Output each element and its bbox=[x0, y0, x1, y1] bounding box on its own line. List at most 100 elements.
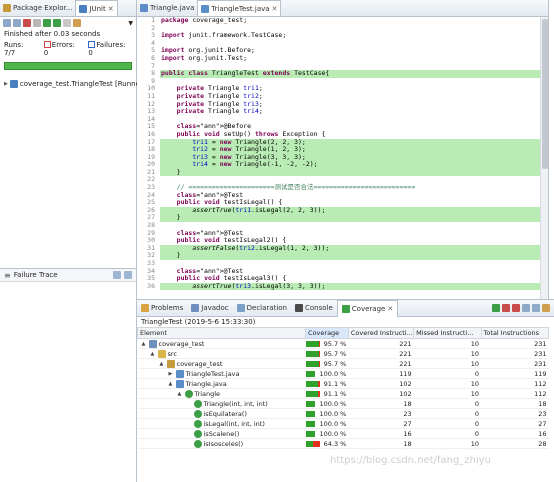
cell-missed: 0 bbox=[413, 428, 482, 439]
cell-element: isEquilatera() bbox=[137, 408, 306, 419]
problems-icon bbox=[141, 304, 149, 312]
tab-package-explorer[interactable]: Package Explor... bbox=[0, 0, 75, 16]
code-text: } bbox=[160, 168, 541, 177]
tab-javadoc[interactable]: Javadoc bbox=[187, 300, 232, 317]
history-icon[interactable] bbox=[73, 19, 81, 27]
rerun-icon[interactable] bbox=[43, 19, 51, 27]
tab-triangletest-java[interactable]: TriangleTest.java ✕ bbox=[197, 0, 282, 16]
filter-stack-icon[interactable] bbox=[113, 271, 121, 279]
code-line[interactable]: 13 private Triangle tri4; bbox=[137, 107, 541, 116]
test-tree-item[interactable]: ▶ coverage_test.TriangleTest [Runner: JU bbox=[0, 79, 154, 89]
coverage-row[interactable]: ▲ Triangle.java 91.1 % 102 10 112 bbox=[137, 378, 549, 389]
col-missed[interactable]: Missed Instructi... bbox=[413, 327, 482, 339]
tree-twisty-icon[interactable]: ▲ bbox=[151, 351, 156, 357]
tab-console[interactable]: Console bbox=[291, 300, 337, 317]
tab-triangle-java[interactable]: Triangle.java bbox=[137, 0, 197, 16]
code-text: import org.junit.Test; bbox=[161, 53, 248, 62]
method-icon bbox=[193, 429, 202, 438]
element-name: Triangle.java bbox=[185, 379, 227, 388]
stop-icon[interactable] bbox=[63, 19, 71, 27]
coverage-row[interactable]: isIsosceles() 64.3 % 18 10 28 bbox=[137, 438, 549, 449]
col-covered[interactable]: Covered Instructi... bbox=[347, 327, 415, 339]
cell-element: ▲ coverage_test bbox=[137, 358, 306, 369]
coverage-row[interactable]: isLegal(int, int, int) 100.0 % 27 0 27 bbox=[137, 418, 549, 429]
coverage-row[interactable]: isScalene() 100.0 % 16 0 16 bbox=[137, 428, 549, 439]
code-line[interactable]: 32 } bbox=[137, 252, 541, 260]
coverage-row[interactable]: Triangle(int, int, int) 100.0 % 18 0 18 bbox=[137, 398, 549, 409]
tree-twisty-icon[interactable]: ▲ bbox=[178, 391, 183, 397]
package-icon bbox=[166, 359, 175, 368]
cell-coverage: 100.0 % bbox=[305, 428, 349, 439]
code-line[interactable]: 27 } bbox=[137, 214, 541, 223]
coverage-bar bbox=[305, 440, 320, 447]
tab-problems[interactable]: Problems bbox=[137, 300, 187, 317]
code-line[interactable]: 1 package coverage_test; bbox=[137, 17, 541, 25]
code-line[interactable]: 20 tri4 = new Triangle(-1, -2, -2); bbox=[137, 160, 541, 169]
cell-total: 231 bbox=[481, 358, 549, 369]
coverage-toolbar bbox=[492, 304, 554, 312]
collapse-all-icon[interactable] bbox=[532, 304, 540, 312]
scrollbar-thumb[interactable] bbox=[542, 19, 548, 169]
coverage-row[interactable]: ▲ Triangle 91.1 % 102 10 112 bbox=[137, 388, 549, 399]
scroll-lock-icon[interactable] bbox=[33, 19, 41, 27]
cell-total: 119 bbox=[481, 368, 549, 379]
tree-twisty-icon[interactable]: ▲ bbox=[142, 341, 147, 347]
code-line[interactable]: 3 import junit.framework.TestCase; bbox=[137, 31, 541, 40]
rerun-failed-icon[interactable] bbox=[53, 19, 61, 27]
close-icon[interactable]: ✕ bbox=[108, 5, 114, 13]
cell-covered: 221 bbox=[348, 358, 414, 369]
left-tabbar: Package Explor... JUnit ✕ bbox=[0, 0, 136, 17]
link-icon[interactable] bbox=[542, 304, 550, 312]
expand-icon[interactable]: ▶ bbox=[4, 81, 8, 87]
close-icon[interactable]: ✕ bbox=[387, 305, 393, 313]
remove-all-icon[interactable] bbox=[512, 304, 520, 312]
coverage-row[interactable]: isEquilatera() 100.0 % 23 0 23 bbox=[137, 408, 549, 419]
element-name: coverage_test bbox=[158, 339, 205, 348]
runs-value: 7/7 bbox=[4, 49, 16, 57]
compare-icon[interactable] bbox=[124, 271, 132, 279]
code-line[interactable]: 8 public class TriangleTest extends TestC… bbox=[137, 69, 541, 78]
tab-declaration[interactable]: Declaration bbox=[233, 300, 291, 317]
next-failure-icon[interactable] bbox=[3, 19, 11, 27]
code-text: public class TriangleTest extends TestCa… bbox=[160, 69, 541, 78]
code-line[interactable]: 21 } bbox=[137, 168, 541, 177]
tab-junit[interactable]: JUnit ✕ bbox=[75, 0, 118, 16]
code-line[interactable]: 6 import org.junit.Test; bbox=[137, 53, 541, 63]
coverage-row[interactable]: ▲ coverage_test 95.7 % 221 10 231 bbox=[137, 338, 549, 349]
merge-icon[interactable] bbox=[522, 304, 530, 312]
folder-icon bbox=[157, 349, 166, 358]
remove-session-icon[interactable] bbox=[502, 304, 510, 312]
tree-twisty-icon[interactable]: ▶ bbox=[169, 371, 174, 377]
col-total[interactable]: Total Instructions bbox=[480, 327, 550, 339]
cell-covered: 18 bbox=[348, 438, 414, 449]
coverage-row[interactable]: ▲ src 95.7 % 221 10 231 bbox=[137, 348, 549, 359]
tree-twisty-icon[interactable]: ▲ bbox=[169, 381, 174, 387]
close-icon[interactable]: ✕ bbox=[272, 5, 278, 13]
java-icon bbox=[175, 379, 184, 388]
cell-total: 112 bbox=[481, 388, 549, 399]
element-name: isEquilatera() bbox=[203, 409, 247, 418]
code-line[interactable]: 36 assertTrue(tri3.isLegal(3, 3, 3)); bbox=[137, 282, 541, 291]
col-element[interactable]: Element bbox=[136, 327, 307, 339]
view-menu-icon[interactable]: ▼ bbox=[128, 20, 133, 27]
cell-missed: 10 bbox=[413, 378, 482, 389]
coverage-value: 91.1 % bbox=[323, 389, 347, 398]
cell-coverage: 91.1 % bbox=[305, 378, 349, 389]
show-failures-icon[interactable] bbox=[23, 19, 31, 27]
editor-scrollbar[interactable] bbox=[540, 17, 548, 299]
editor-tabbar: Triangle.java TriangleTest.java ✕ bbox=[137, 0, 548, 17]
cell-covered: 221 bbox=[348, 338, 414, 349]
coverage-row[interactable]: ▶ TriangleTest.java 100.0 % 119 0 119 bbox=[137, 368, 549, 379]
coverage-row[interactable]: ▲ coverage_test 95.7 % 221 10 231 bbox=[137, 358, 549, 369]
code-line[interactable]: 26 assertTrue(tri1.isLegal(2, 2, 3)); bbox=[137, 206, 541, 215]
code-text: private Triangle tri4; bbox=[176, 107, 263, 116]
tab-coverage[interactable]: Coverage ✕ bbox=[336, 299, 399, 317]
code-line[interactable]: 31 assertFalse(tri2.isLegal(1, 2, 3)); bbox=[137, 244, 541, 253]
col-coverage[interactable]: Coverage bbox=[305, 327, 349, 339]
cell-total: 16 bbox=[481, 428, 549, 439]
coverage-bar bbox=[305, 380, 320, 387]
relaunch-icon[interactable] bbox=[492, 304, 500, 312]
prev-failure-icon[interactable] bbox=[13, 19, 21, 27]
tree-twisty-icon[interactable]: ▲ bbox=[160, 361, 165, 367]
code-editor[interactable]: 1 package coverage_test; 2 3 import junit.fr… bbox=[137, 17, 541, 299]
